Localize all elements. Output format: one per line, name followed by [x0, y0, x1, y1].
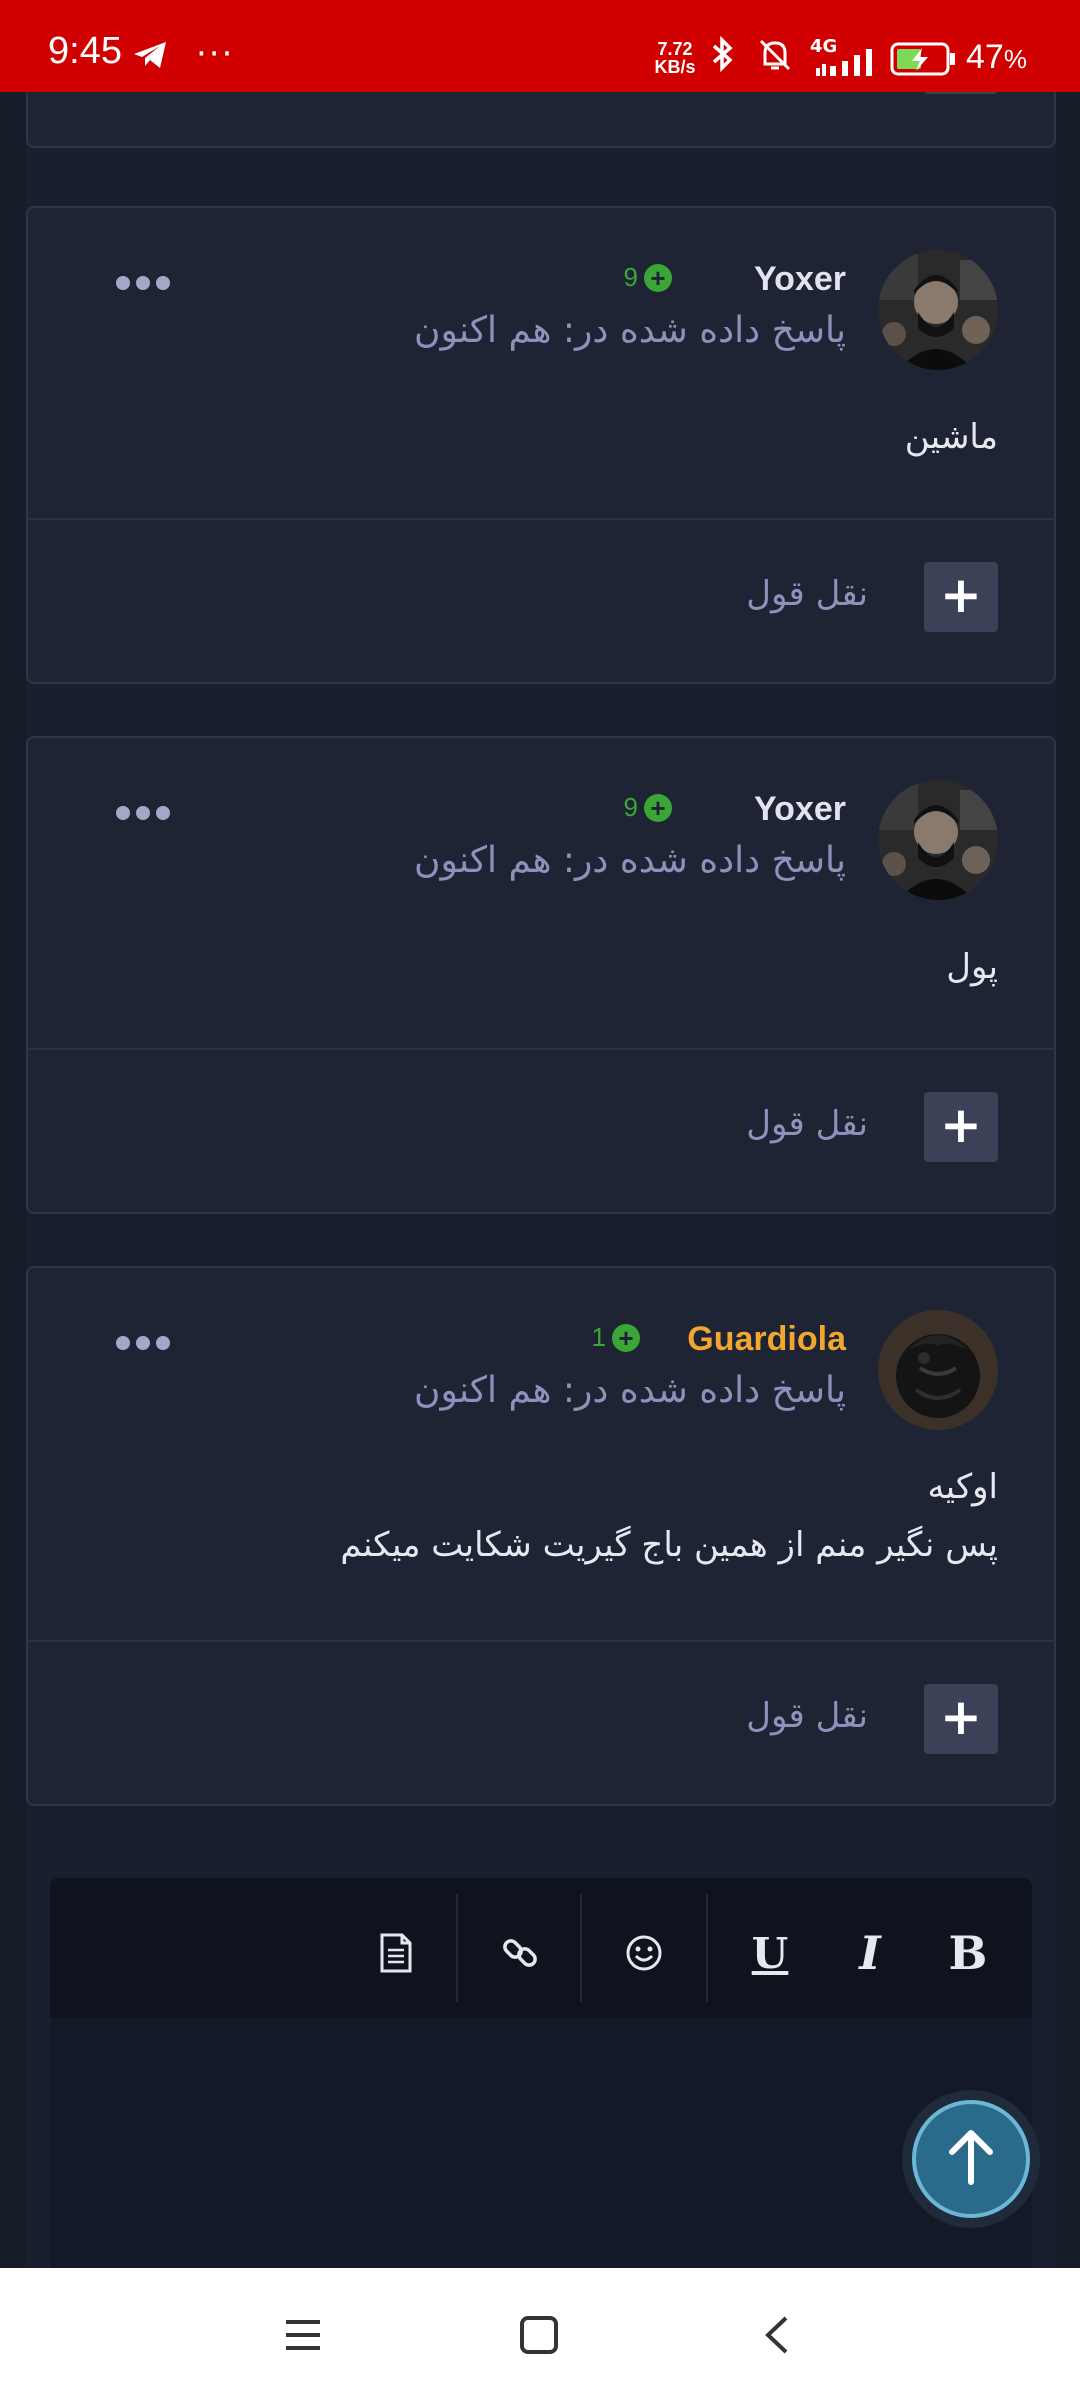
post-text-line: ماشین	[904, 417, 998, 457]
quote-add-button[interactable]: +	[924, 562, 998, 632]
net-speed: 7.72 KB/s	[650, 40, 700, 76]
avatar[interactable]	[878, 250, 998, 370]
clock: 9:45	[48, 30, 122, 72]
post-card: Guardiola 1 + پاسخ داده شده در: هم اکنون…	[26, 1266, 1056, 1806]
post-card: Yoxer 9 + پاسخ داده شده در: هم اکنون پول…	[26, 736, 1056, 1214]
arrow-up-icon	[949, 2130, 993, 2185]
reputation-badge: 9 +	[624, 792, 672, 823]
reputation-badge: 9 +	[624, 262, 672, 293]
smiley-icon	[626, 1935, 662, 1971]
author-name[interactable]: Yoxer	[754, 790, 846, 829]
reputation-count: 9	[623, 262, 638, 292]
reply-time: پاسخ داده شده در: هم اکنون	[414, 310, 846, 351]
author-name[interactable]: Yoxer	[754, 260, 846, 299]
battery-percent: 47%	[966, 38, 1027, 77]
battery-charging-icon	[890, 42, 955, 76]
battery-percent-sign: %	[1003, 44, 1027, 74]
reputation-plus-icon: +	[612, 1323, 640, 1352]
avatar[interactable]	[878, 1310, 998, 1430]
post-card: Yoxer 9 + پاسخ داده شده در: هم اکنون ماش…	[26, 206, 1056, 684]
italic-button[interactable]: I	[820, 1908, 920, 1998]
bluetooth-icon	[712, 36, 733, 72]
net-speed-unit: KB/s	[654, 57, 696, 77]
post-text-line: پس نگیر منم از همین باج گیریت شکایت میکن…	[340, 1525, 998, 1565]
system-nav-bar	[0, 2268, 1080, 2400]
topic-content[interactable]: Yoxer 9 + پاسخ داده شده در: هم اکنون ماش…	[0, 92, 1080, 2268]
post-text-line: اوکیه	[927, 1467, 998, 1507]
post-card-previous	[26, 92, 1056, 148]
quote-add-button[interactable]	[924, 92, 998, 94]
post-options-icon[interactable]	[116, 276, 170, 290]
reputation-badge: 1 +	[592, 1322, 640, 1353]
post-options-icon[interactable]	[116, 1336, 170, 1350]
reputation-plus-icon: +	[644, 793, 672, 822]
menu-icon[interactable]	[282, 2314, 324, 2356]
more-notifications-icon: ···	[196, 34, 235, 74]
status-bar: 9:45 ··· 7.72 KB/s 4G 47%	[0, 0, 1080, 92]
telegram-icon	[134, 42, 166, 68]
quote-label[interactable]: نقل قول	[746, 574, 868, 614]
document-icon	[380, 1933, 412, 1973]
quote-add-button[interactable]: +	[924, 1684, 998, 1754]
link-button[interactable]	[470, 1908, 570, 1998]
underline-icon: U	[751, 1928, 789, 1978]
source-button[interactable]	[346, 1908, 446, 1998]
reply-time: پاسخ داده شده در: هم اکنون	[414, 840, 846, 881]
signal-icon: 4G	[810, 36, 900, 76]
reply-time: پاسخ داده شده در: هم اکنون	[414, 1370, 846, 1411]
post-body: پول	[946, 938, 998, 996]
quote-label[interactable]: نقل قول	[746, 1696, 868, 1736]
scroll-to-top-button[interactable]	[912, 2100, 1030, 2218]
battery-percent-value: 47	[966, 38, 1004, 76]
emoji-button[interactable]	[594, 1908, 694, 1998]
divider	[28, 1640, 1054, 1642]
reputation-plus-icon: +	[644, 263, 672, 292]
author-name[interactable]: Guardiola	[687, 1320, 846, 1359]
bold-icon: B	[948, 1926, 988, 1980]
reply-editor: B I U	[50, 1878, 1032, 2268]
divider	[28, 1048, 1054, 1050]
home-icon[interactable]	[518, 2314, 560, 2356]
divider	[28, 518, 1054, 520]
quote-add-button[interactable]: +	[924, 1092, 998, 1162]
mute-bell-icon	[759, 39, 791, 71]
toolbar-separator	[706, 1894, 708, 2002]
post-text-line: پول	[946, 947, 998, 987]
reputation-count: 9	[623, 792, 638, 822]
toolbar-separator	[456, 1894, 458, 2002]
avatar[interactable]	[878, 780, 998, 900]
back-icon[interactable]	[756, 2314, 798, 2356]
reputation-count: 1	[591, 1322, 606, 1352]
link-icon	[503, 1939, 537, 1967]
post-body: اوکیه پس نگیر منم از همین باج گیریت شکای…	[340, 1458, 998, 1574]
quote-label[interactable]: نقل قول	[746, 1104, 868, 1144]
underline-button[interactable]: U	[720, 1908, 820, 1998]
italic-icon: I	[859, 1926, 881, 1980]
reply-text-area[interactable]	[50, 2018, 1032, 2268]
post-body: ماشین	[905, 408, 998, 466]
toolbar-separator	[580, 1894, 582, 2002]
bold-button[interactable]: B	[918, 1908, 1018, 1998]
net-speed-value: 7.72	[657, 39, 693, 59]
post-options-icon[interactable]	[116, 806, 170, 820]
